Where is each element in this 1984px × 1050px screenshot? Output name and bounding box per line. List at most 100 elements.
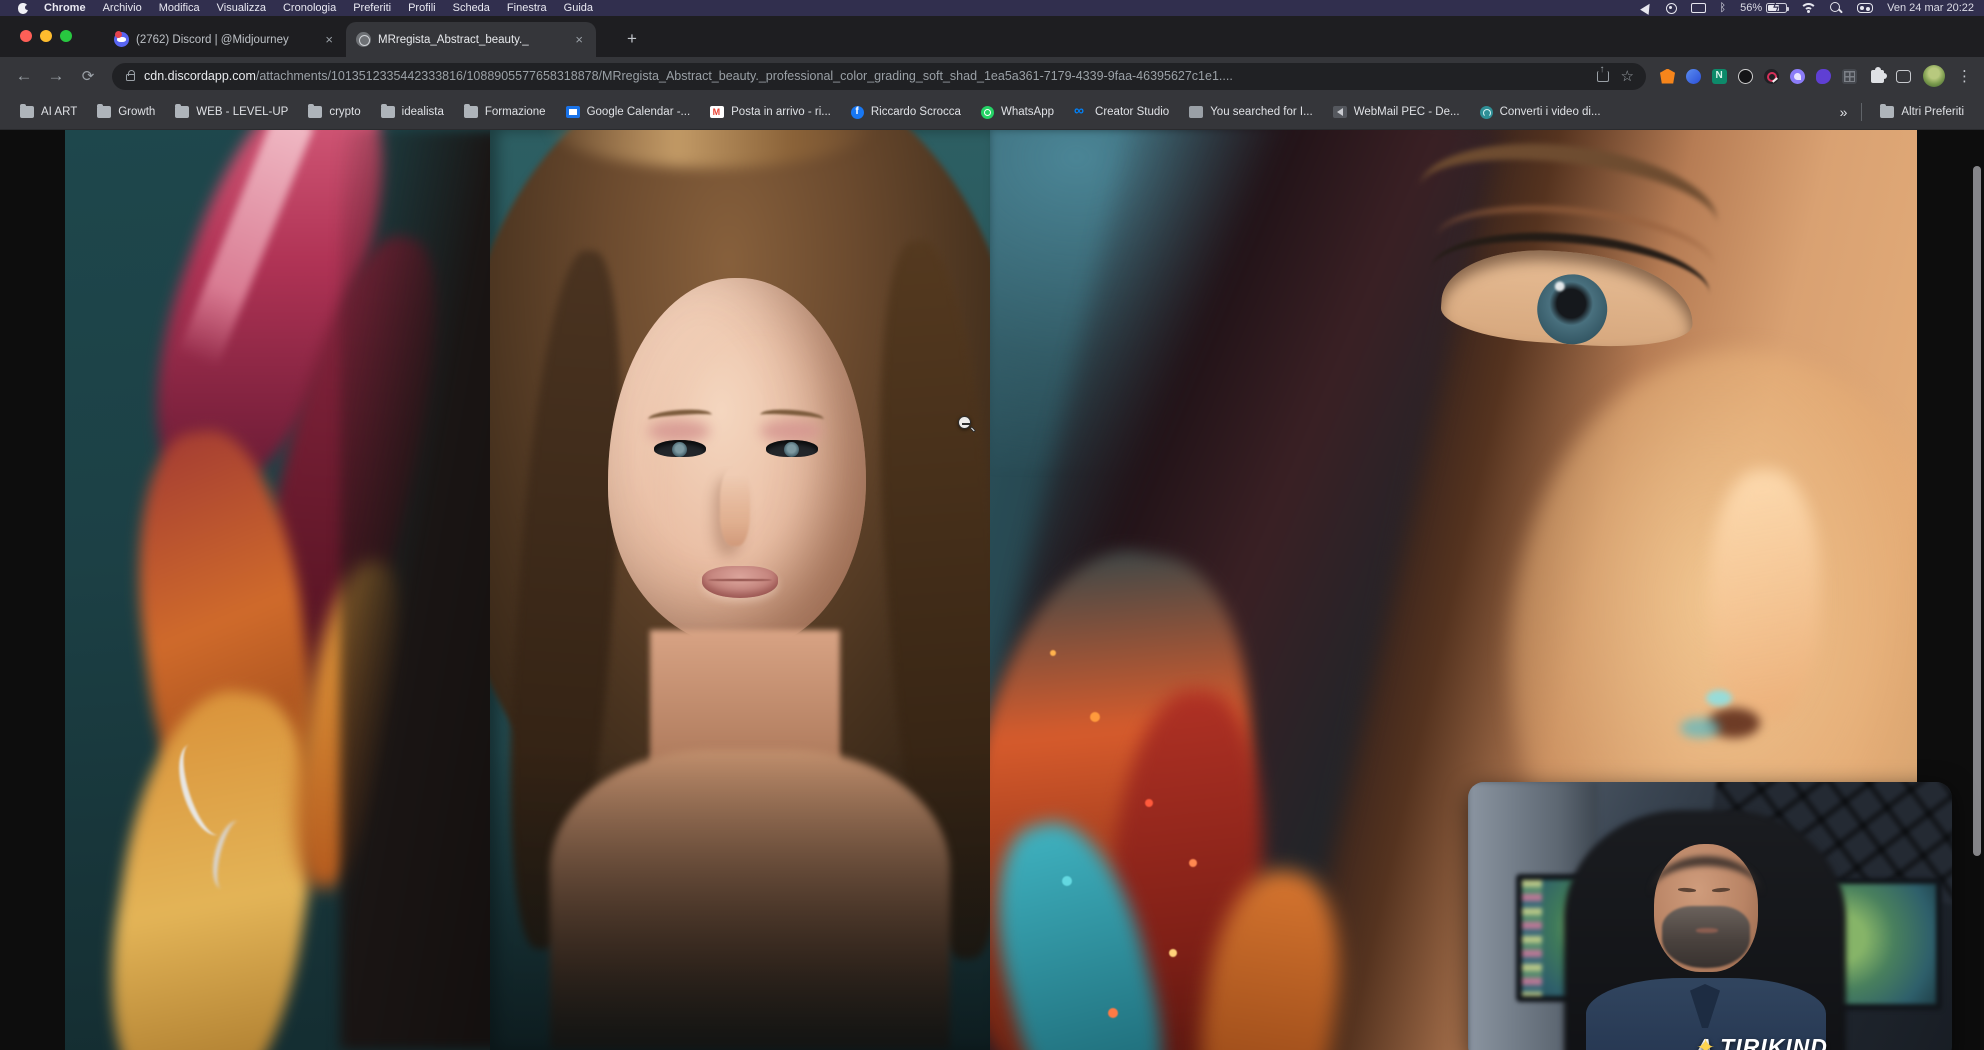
presenter-beard bbox=[1662, 906, 1750, 968]
bookmark-label: Converti i video di... bbox=[1500, 106, 1601, 118]
bookmark-label: WhatsApp bbox=[1001, 106, 1054, 118]
menu-finestra[interactable]: Finestra bbox=[507, 2, 547, 14]
menu-visualizza[interactable]: Visualizza bbox=[217, 2, 266, 14]
folder-icon bbox=[20, 106, 34, 118]
discord-favicon bbox=[114, 32, 129, 47]
bookmark-folder-idealista[interactable]: idealista bbox=[373, 102, 452, 122]
location-arrow-icon[interactable] bbox=[1640, 1, 1654, 15]
bookmark-folder-ai-art[interactable]: AI ART bbox=[12, 102, 85, 122]
spotlight-search-icon[interactable] bbox=[1830, 2, 1843, 15]
menu-modifica[interactable]: Modifica bbox=[159, 2, 200, 14]
tab-close-icon[interactable]: × bbox=[572, 32, 586, 47]
bookmark-creator-studio[interactable]: Creator Studio bbox=[1066, 102, 1177, 122]
lock-icon[interactable] bbox=[126, 74, 135, 81]
profile-frame-icon[interactable] bbox=[1896, 70, 1911, 83]
red-key-extension-icon[interactable] bbox=[1764, 69, 1779, 84]
bookmark-label: Growth bbox=[118, 106, 155, 118]
menu-cronologia[interactable]: Cronologia bbox=[283, 2, 336, 14]
dark-circle-extension-icon[interactable] bbox=[1738, 69, 1753, 84]
menu-profili[interactable]: Profili bbox=[408, 2, 436, 14]
bookmark-folder-web-level-up[interactable]: WEB - LEVEL-UP bbox=[167, 102, 296, 122]
bookmarks-overflow-chevron[interactable]: » bbox=[1836, 104, 1852, 120]
page-icon bbox=[1189, 106, 1203, 118]
other-bookmarks-folder[interactable]: Altri Preferiti bbox=[1872, 102, 1972, 122]
bookmark-star-icon[interactable]: ☆ bbox=[1621, 67, 1634, 85]
display-mirroring-icon[interactable] bbox=[1691, 3, 1706, 13]
bookmarks-bar: AI ART Growth WEB - LEVEL-UP crypto idea… bbox=[0, 95, 1984, 130]
screen-record-icon[interactable] bbox=[1666, 3, 1677, 14]
bookmark-label: crypto bbox=[329, 106, 360, 118]
extensions-row bbox=[1660, 69, 1857, 84]
apple-icon[interactable] bbox=[18, 3, 28, 14]
wifi-icon[interactable] bbox=[1801, 3, 1816, 14]
bookmark-label: Creator Studio bbox=[1095, 106, 1169, 118]
battery-charging-icon: ϟ bbox=[1766, 3, 1787, 13]
bookmark-label: You searched for I... bbox=[1210, 106, 1313, 118]
menu-preferiti[interactable]: Preferiti bbox=[353, 2, 391, 14]
profile-avatar[interactable] bbox=[1923, 65, 1945, 87]
reload-button[interactable]: ⟳ bbox=[74, 67, 102, 85]
folder-icon bbox=[175, 106, 189, 118]
menu-guida[interactable]: Guida bbox=[564, 2, 593, 14]
window-minimize-button[interactable] bbox=[40, 30, 52, 42]
bookmark-label: idealista bbox=[402, 106, 444, 118]
folder-icon bbox=[381, 106, 395, 118]
vertical-scrollbar[interactable] bbox=[1973, 166, 1981, 856]
battery-indicator[interactable]: 56% ϟ bbox=[1740, 2, 1787, 14]
bookmark-label: Riccardo Scrocca bbox=[871, 106, 961, 118]
back-button[interactable]: ← bbox=[10, 66, 38, 86]
address-bar[interactable]: cdn.discordapp.com /attachments/10135123… bbox=[112, 63, 1646, 90]
menubar-clock[interactable]: Ven 24 mar 20:22 bbox=[1887, 2, 1974, 14]
bookmark-whatsapp[interactable]: WhatsApp bbox=[973, 102, 1062, 123]
bookmark-webmail-pec[interactable]: WebMail PEC - De... bbox=[1325, 102, 1468, 122]
forward-button[interactable]: → bbox=[42, 66, 70, 86]
window-zoom-button[interactable] bbox=[60, 30, 72, 42]
new-tab-button[interactable]: + bbox=[620, 27, 644, 51]
bookmark-facebook-profile[interactable]: Riccardo Scrocca bbox=[843, 102, 969, 123]
green-n-extension-icon[interactable] bbox=[1712, 69, 1727, 84]
webcam-overlay: A TIRIKIND ✦ bbox=[1468, 782, 1952, 1050]
bookmark-label: WebMail PEC - De... bbox=[1354, 106, 1460, 118]
window-close-button[interactable] bbox=[20, 30, 32, 42]
tab-title: (2762) Discord | @Midjourney bbox=[136, 34, 314, 46]
zoom-out-cursor bbox=[958, 416, 975, 433]
extensions-puzzle-icon[interactable] bbox=[1871, 70, 1884, 83]
closeup-nose bbox=[1650, 470, 1880, 790]
menu-scheda[interactable]: Scheda bbox=[453, 2, 490, 14]
artwork-abstract-panel bbox=[65, 130, 490, 1050]
purple-blob-extension-icon[interactable] bbox=[1816, 69, 1831, 84]
folder-icon bbox=[308, 106, 322, 118]
bookmark-gmail-inbox[interactable]: Posta in arrivo - ri... bbox=[702, 102, 839, 122]
tab-image-viewer[interactable]: MRregista_Abstract_beauty._ × bbox=[346, 22, 596, 57]
metamask-extension-icon[interactable] bbox=[1660, 69, 1675, 84]
tab-discord[interactable]: (2762) Discord | @Midjourney × bbox=[104, 22, 346, 57]
tab-title: MRregista_Abstract_beauty._ bbox=[378, 34, 564, 46]
bluetooth-icon[interactable]: ᛒ bbox=[1720, 2, 1727, 14]
page-content: A TIRIKIND ✦ bbox=[0, 130, 1984, 1050]
share-icon[interactable] bbox=[1597, 71, 1609, 82]
blue-extension-icon[interactable] bbox=[1686, 69, 1701, 84]
bookmark-folder-formazione[interactable]: Formazione bbox=[456, 102, 554, 122]
bookmark-folder-growth[interactable]: Growth bbox=[89, 102, 163, 122]
battery-percent-label: 56% bbox=[1740, 2, 1762, 14]
menu-chrome[interactable]: Chrome bbox=[44, 2, 86, 14]
tab-close-icon[interactable]: × bbox=[322, 32, 336, 47]
facebook-icon bbox=[851, 106, 864, 119]
chrome-menu-icon[interactable]: ⋮ bbox=[1957, 67, 1972, 85]
gmail-icon bbox=[710, 106, 724, 118]
presenter-face bbox=[1654, 844, 1758, 972]
grid-extension-icon[interactable] bbox=[1842, 69, 1857, 84]
bookmark-search-result[interactable]: You searched for I... bbox=[1181, 102, 1321, 122]
folder-icon bbox=[464, 106, 478, 118]
control-center-icon[interactable] bbox=[1857, 3, 1873, 13]
bookmark-label: AI ART bbox=[41, 106, 77, 118]
bookmark-folder-crypto[interactable]: crypto bbox=[300, 102, 368, 122]
menubar-status-area: ᛒ 56% ϟ Ven 24 mar 20:22 bbox=[1642, 2, 1974, 15]
purple-round-extension-icon[interactable] bbox=[1790, 69, 1805, 84]
menu-archivio[interactable]: Archivio bbox=[103, 2, 142, 14]
artwork-portrait-panel bbox=[490, 130, 990, 1050]
bookmark-google-calendar[interactable]: Google Calendar -... bbox=[558, 102, 699, 122]
bookmark-video-converter[interactable]: Converti i video di... bbox=[1472, 102, 1609, 123]
chrome-tabstrip: (2762) Discord | @Midjourney × MRregista… bbox=[0, 16, 1984, 57]
sparkle-icon: ✦ bbox=[1696, 1034, 1716, 1050]
